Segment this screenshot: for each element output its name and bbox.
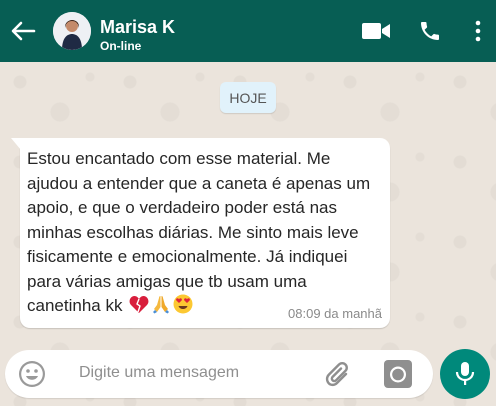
phone-icon[interactable] — [416, 16, 444, 46]
contact-status: On-line — [100, 39, 142, 53]
camera-icon[interactable] — [383, 359, 413, 389]
video-call-icon[interactable] — [360, 16, 392, 46]
emoji-icon[interactable] — [17, 359, 47, 389]
mic-icon — [455, 362, 475, 385]
avatar[interactable] — [53, 12, 91, 50]
heart-eyes-icon — [173, 294, 193, 322]
message-text: Estou encantado com esse material. Me aj… — [27, 147, 385, 322]
message-input[interactable]: Digite uma mensagem — [79, 364, 239, 382]
date-label: HOJE — [220, 82, 276, 113]
back-arrow-icon[interactable] — [8, 16, 38, 46]
incoming-message-bubble[interactable]: Estou encantado com esse material. Me aj… — [11, 138, 390, 328]
more-options-icon[interactable] — [468, 16, 488, 46]
message-time: 08:09 da manhã — [288, 306, 382, 321]
contact-name[interactable]: Marisa K — [100, 17, 175, 38]
mic-button[interactable] — [440, 349, 490, 399]
folded-hands-icon — [151, 294, 171, 322]
broken-heart-icon — [129, 295, 149, 322]
message-composer[interactable]: Digite uma mensagem — [5, 350, 433, 398]
message-body: Estou encantado com esse material. Me aj… — [27, 149, 371, 315]
attach-icon[interactable] — [321, 359, 351, 389]
chat-header: Marisa K On-line — [0, 0, 496, 62]
